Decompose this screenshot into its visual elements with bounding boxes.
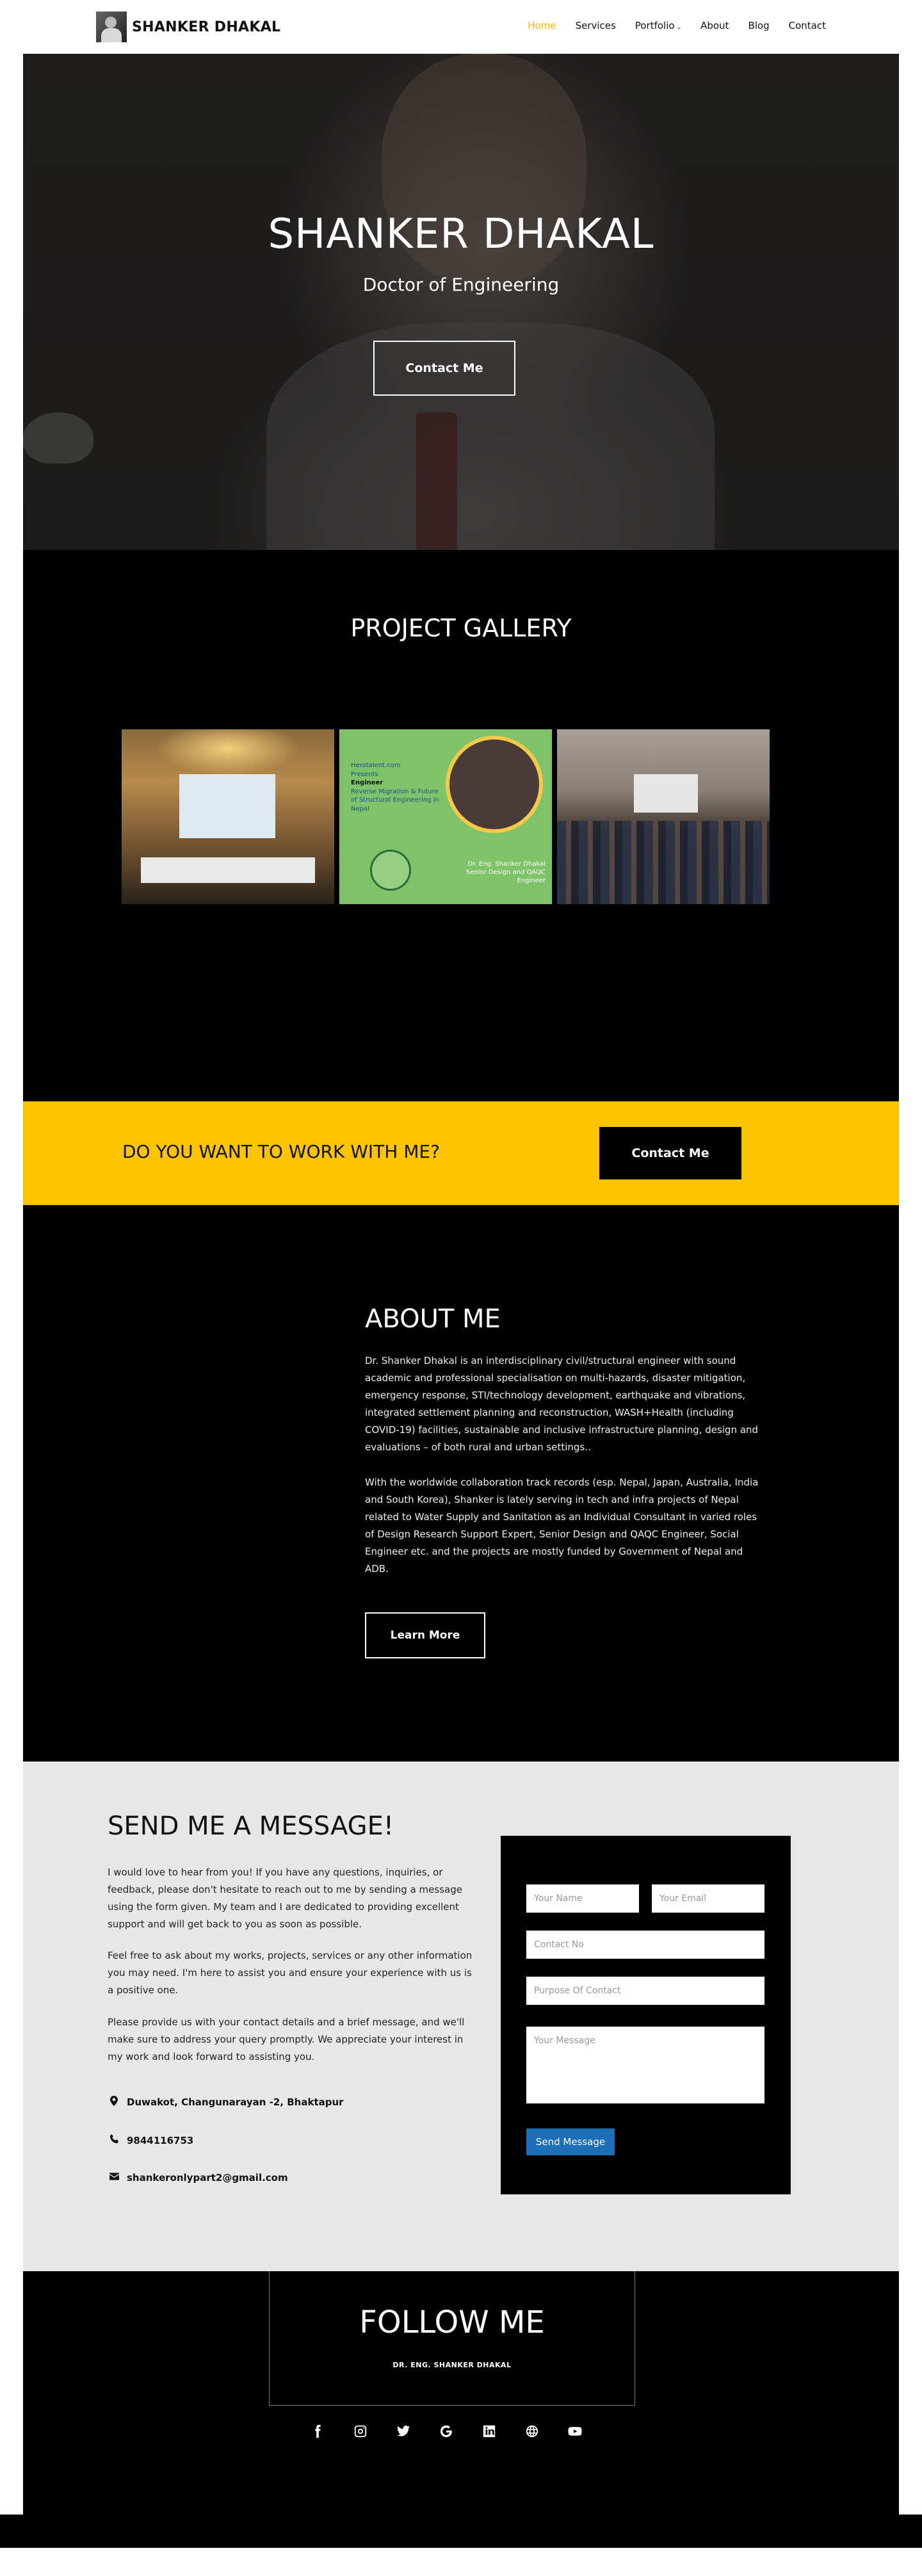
nav-portfolio[interactable]: Portfolio ⌄ <box>635 20 681 31</box>
hero-subtitle: Doctor of Engineering <box>362 274 560 295</box>
poster-text: Herotalent.com Presents Engineer Reverse… <box>351 761 441 813</box>
project-gallery-section: PROJECT GALLERY Herotalent.com Presents … <box>23 550 899 1101</box>
twitter-icon[interactable] <box>396 2424 411 2439</box>
nav-services[interactable]: Services <box>576 20 616 31</box>
poster-seal <box>370 850 411 891</box>
nav-home[interactable]: Home <box>528 20 556 31</box>
purpose-input[interactable]: Purpose Of Contact <box>526 1977 764 2005</box>
contact-form: Your Name Your Email Contact No Purpose … <box>501 1836 791 2194</box>
message-textarea[interactable]: Your Message <box>526 2027 764 2103</box>
envelope-icon <box>108 2173 120 2183</box>
poster-line-1: Herotalent.com <box>351 762 401 769</box>
hero-section: SHANKER DHAKAL Doctor of Engineering Con… <box>23 54 899 550</box>
email-input[interactable]: Your Email <box>652 1884 764 1913</box>
footer-strip <box>0 2515 922 2548</box>
contact-address-text: Duwakot, Changunarayan -2, Bhaktapur <box>127 2096 344 2108</box>
group-projector-screen <box>634 774 698 813</box>
linkedin-icon[interactable] <box>481 2424 497 2439</box>
hero-title: SHANKER DHAKAL <box>268 211 654 258</box>
nav-blog[interactable]: Blog <box>748 20 769 31</box>
about-section: ABOUT ME Dr. Shanker Dhakal is an interd… <box>23 1205 899 1762</box>
instagram-icon[interactable] <box>353 2424 368 2439</box>
poster-line-2: Presents <box>351 770 378 778</box>
follow-title: FOLLOW ME <box>359 2305 545 2340</box>
follow-box: FOLLOW ME DR. ENG. SHANKER DHAKAL <box>269 2271 635 2406</box>
nav-about[interactable]: About <box>700 20 729 31</box>
contact-address: Duwakot, Changunarayan -2, Bhaktapur <box>108 2096 344 2109</box>
gallery-image-poster[interactable]: Herotalent.com Presents Engineer Reverse… <box>339 729 552 904</box>
logo-text: SHANKER DHAKAL <box>132 19 281 35</box>
logo-avatar <box>96 12 127 42</box>
gallery-title: PROJECT GALLERY <box>350 614 572 642</box>
learn-more-button[interactable]: Learn More <box>365 1612 485 1658</box>
contact-paragraph-2: Feel free to ask about my works, project… <box>108 1950 473 1996</box>
cta-text: DO YOU WANT TO WORK WITH ME? <box>122 1141 440 1162</box>
phone-input[interactable]: Contact No <box>526 1931 764 1959</box>
social-links <box>310 2424 583 2439</box>
conference-stage <box>141 857 315 883</box>
name-input[interactable]: Your Name <box>526 1884 639 1913</box>
send-message-button[interactable]: Send Message <box>526 2128 615 2155</box>
poster-caption: Dr. Eng. Shanker Dhakal Senior Design an… <box>437 860 546 885</box>
contact-email[interactable]: shankeronlypart2@gmail.com <box>108 2172 288 2183</box>
map-pin-icon <box>108 2096 120 2109</box>
facebook-icon[interactable] <box>310 2424 325 2439</box>
site-logo[interactable]: SHANKER DHAKAL <box>96 12 280 42</box>
google-icon[interactable] <box>439 2424 454 2439</box>
about-title: ABOUT ME <box>365 1304 501 1334</box>
gallery-image-group[interactable] <box>557 729 770 904</box>
chevron-down-icon: ⌄ <box>676 24 682 31</box>
website-icon[interactable] <box>524 2424 540 2439</box>
phone-icon <box>108 2134 120 2146</box>
contact-phone[interactable]: 9844116753 <box>108 2134 193 2146</box>
poster-portrait <box>446 736 543 833</box>
about-paragraph-1: Dr. Shanker Dhakal is an interdisciplina… <box>365 1355 758 1453</box>
contact-title: SEND ME A MESSAGE! <box>108 1811 394 1841</box>
nav-contact[interactable]: Contact <box>789 20 826 31</box>
hero-overlay <box>23 54 899 550</box>
contact-email-text: shankeronlypart2@gmail.com <box>127 2172 288 2183</box>
hero-contact-button[interactable]: Contact Me <box>373 341 515 396</box>
about-paragraph-2: With the worldwide collaboration track r… <box>365 1477 759 1575</box>
contact-paragraph-1: I would love to hear from you! If you ha… <box>108 1867 462 1930</box>
contact-phone-text: 9844116753 <box>127 2134 194 2146</box>
gallery-image-conference[interactable] <box>122 729 334 904</box>
main-nav: Home Services Portfolio ⌄ About Blog Cont… <box>528 20 826 31</box>
nav-portfolio-label: Portfolio <box>635 20 675 31</box>
follow-subtitle: DR. ENG. SHANKER DHAKAL <box>392 2361 512 2369</box>
poster-caption-role: Senior Design and QAQC Engineer <box>465 869 546 884</box>
contact-paragraph-3: Please provide us with your contact deta… <box>108 2016 465 2062</box>
poster-caption-name: Dr. Eng. Shanker Dhakal <box>467 861 546 868</box>
youtube-icon[interactable] <box>567 2424 583 2439</box>
poster-line-4: Reverse Migration & Future of Structural… <box>351 788 439 813</box>
group-crowd <box>557 821 770 904</box>
cta-contact-button[interactable]: Contact Me <box>599 1127 741 1179</box>
follow-section: FOLLOW ME DR. ENG. SHANKER DHAKAL <box>23 2271 899 2515</box>
conference-screen <box>179 774 275 838</box>
poster-line-3: Engineer <box>351 779 384 786</box>
cta-section: DO YOU WANT TO WORK WITH ME? Contact Me <box>23 1101 899 1205</box>
contact-section: SEND ME A MESSAGE! I would love to hear … <box>23 1762 899 2271</box>
site-header: SHANKER DHAKAL Home Services Portfolio ⌄ … <box>0 0 922 54</box>
